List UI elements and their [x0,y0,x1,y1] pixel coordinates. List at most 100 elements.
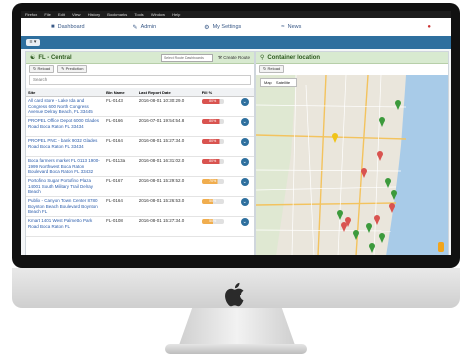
nav-news-label: News [287,24,302,30]
date-cell: 2016-08-01 15:29:52.0 [136,176,200,197]
column-header-date[interactable]: Last Report Date [136,88,200,97]
site-cell[interactable]: Boca farmers market FL 0113 1900-1999 No… [26,156,105,177]
nav-admin-label: Admin [140,24,157,30]
pin-layer [332,100,401,253]
map-pin[interactable] [374,215,380,225]
satellite-tab[interactable]: Satellite [276,80,290,85]
menu-item[interactable]: View [72,12,81,17]
table-row[interactable]: All card store - Lake Ida and Congress 6… [26,96,254,117]
apple-logo-icon [225,282,244,307]
reload-button[interactable]: ↻ Reload [29,65,55,73]
site-cell[interactable]: All card store - Lake Ida and Congress 6… [26,96,105,117]
column-header-action [238,88,254,97]
site-cell[interactable]: Kmart 1401 West Palmetto Park Road Boca … [26,216,105,237]
map-pin[interactable] [389,203,395,213]
map-pin[interactable] [379,233,385,243]
table-row[interactable]: PROPEL PNC - bank 9032 Glades Road Boca … [26,136,254,157]
map-pin[interactable] [353,230,359,240]
map-toolbar: ↻ Reload [256,64,448,74]
toolbar-band: ≡ ▾ [21,36,451,49]
date-cell: 2016-07-01 19:54:54.8 [136,116,200,137]
chevron-down-icon[interactable]: ⌄ [240,138,249,146]
nav-dashboard[interactable]: ■ Dashboard [51,24,85,30]
rss-icon: ≈ [281,24,285,30]
monitor-stand [178,308,296,348]
site-cell[interactable]: PROPEL Office Depot 6000 Glades Road Boc… [26,116,105,137]
column-header-fill[interactable]: Fill % [199,88,239,97]
map-reload-button[interactable]: ↻ Reload [259,65,285,73]
nav-admin[interactable]: ✎ Admin [133,24,157,31]
table-row[interactable]: Kmart 1401 West Palmetto Park Road Boca … [26,216,254,237]
map-pin[interactable] [395,100,401,110]
action-cell: ⌄ [238,216,254,237]
map-pin[interactable] [361,168,367,178]
menu-toggle-button[interactable]: ≡ ▾ [26,39,40,46]
menu-item[interactable]: Tools [134,12,143,17]
menu-item[interactable]: Bookmarks [107,12,127,17]
search-input[interactable]: Search [29,75,251,85]
map-view[interactable]: Map Satellite [256,75,448,255]
reload-label: Reload [37,66,51,71]
route-select[interactable]: Select Route Dashboards [160,53,213,62]
chevron-down-icon[interactable]: ⌄ [240,98,249,106]
menu-item[interactable]: Edit [58,12,65,17]
system-menubar: Firefox File Edit View History Bookmarks… [21,11,451,18]
bin-cell: FL-0167 [104,176,137,197]
map-pin[interactable] [391,190,397,200]
table-row[interactable]: Portofino Sugar Portofino Plaza 14001 So… [26,176,254,197]
nav-settings[interactable]: ⚙ My Settings [204,24,241,31]
create-route-label: Create Route [223,54,250,60]
action-cell: ⌄ [238,96,254,117]
menu-item[interactable]: Help [172,12,180,17]
action-cell: ⌄ [238,136,254,157]
fill-cell: 70% [199,176,239,197]
menu-item[interactable]: File [44,12,50,17]
prediction-button[interactable]: ✎ Prediction [57,65,88,73]
bins-panel-title: FL - Central [38,54,72,61]
menu-item[interactable]: Window [151,12,165,17]
menu-item[interactable]: Firefox [25,12,37,17]
fill-bar: 80% [201,119,224,124]
site-cell[interactable]: Publix - Canyon Town Center 8780 Boynton… [26,196,105,217]
action-cell: ⌄ [238,196,254,217]
nav-news[interactable]: ≈ News [281,24,301,30]
chevron-down-icon[interactable]: ⌄ [240,118,249,126]
fill-bar: 80% [201,159,224,164]
bins-toolbar: ↻ Reload ✎ Prediction [26,64,254,74]
bin-cell: FL-0164 [104,136,137,157]
chevron-down-icon[interactable]: ⌄ [240,178,249,186]
bin-cell: FL-0113a [104,156,137,177]
screen: Firefox File Edit View History Bookmarks… [21,11,451,255]
fill-cell: 50% [199,216,239,237]
map-pin[interactable] [332,133,338,143]
site-cell[interactable]: Portofino Sugar Portofino Plaza 14001 So… [26,176,105,197]
map-pin[interactable] [337,210,343,220]
user-icon[interactable]: ● [427,24,431,30]
menu-item[interactable]: History [88,12,100,17]
nav-dashboard-label: Dashboard [57,24,85,30]
map-pin[interactable] [377,151,383,161]
chevron-down-icon[interactable]: ⌄ [240,158,249,166]
map-pin[interactable] [369,243,375,253]
chevron-down-icon[interactable]: ⌄ [240,218,249,226]
fill-cell: 80% [199,96,239,117]
table-row[interactable]: Boca farmers market FL 0113 1900-1999 No… [26,156,254,177]
column-header-site[interactable]: Site [26,88,105,97]
map-tab[interactable]: Map [264,80,272,85]
street-view-icon[interactable] [438,242,444,252]
bin-cell: FL-0143 [104,96,137,117]
map-pin[interactable] [341,222,347,232]
column-header-bin[interactable]: Bin Name [104,88,137,97]
map-pin[interactable] [366,223,372,233]
map-pin[interactable] [379,117,385,127]
map-panel: ⚲ Container location ↻ Reload Map Satell… [255,51,449,255]
table-row[interactable]: PROPEL Office Depot 6000 Glades Road Boc… [26,116,254,137]
table-row[interactable]: Publix - Canyon Town Center 8780 Boynton… [26,196,254,217]
map-pin[interactable] [385,178,391,188]
create-route-button[interactable]: ⚒ Create Route [218,55,250,61]
top-navigation: ■ Dashboard ✎ Admin ⚙ My Settings ≈ News… [21,18,451,37]
site-cell[interactable]: PROPEL PNC - bank 9032 Glades Road Boca … [26,136,105,157]
date-cell: 2016-08-01 15:27:34.0 [136,136,200,157]
chevron-down-icon[interactable]: ⌄ [240,198,249,206]
bins-panel: ☯ FL - Central Select Route Dashboards ⚒… [25,51,255,255]
